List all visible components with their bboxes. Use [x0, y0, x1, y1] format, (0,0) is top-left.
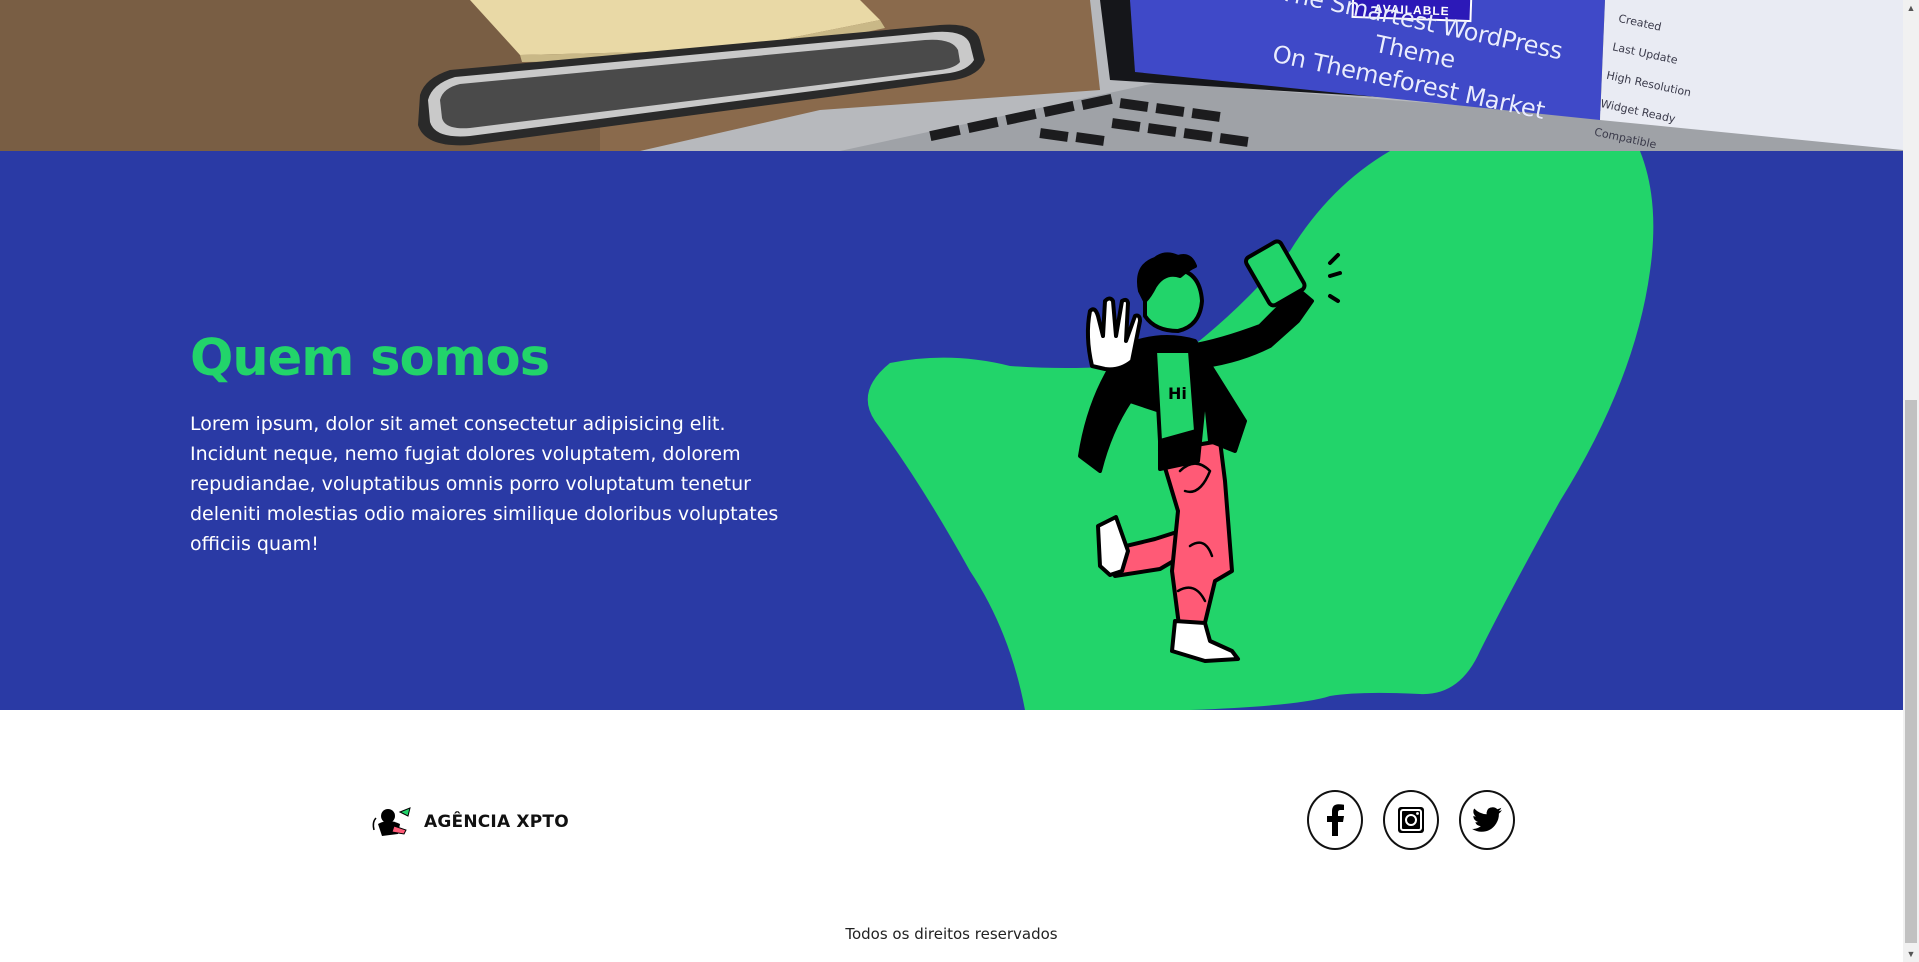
- brand-logo-icon: [372, 807, 411, 836]
- page-viewport: AVAILABLE The Smartest WordPress Theme O…: [0, 0, 1903, 962]
- twitter-icon: [1472, 807, 1502, 832]
- site-footer: AGÊNCIA XPTO Todos os direitos reservado…: [0, 710, 1903, 962]
- instagram-link[interactable]: [1383, 790, 1439, 850]
- scrollbar-thumb[interactable]: [1905, 400, 1917, 943]
- twitter-link[interactable]: [1459, 790, 1515, 850]
- person-selfie-illustration: Hi: [867, 151, 1654, 710]
- scroll-up-arrow-icon[interactable]: ▲: [1903, 0, 1919, 16]
- facebook-icon: [1327, 804, 1344, 836]
- hero-image: AVAILABLE The Smartest WordPress Theme O…: [0, 0, 1903, 151]
- brand-name: AGÊNCIA XPTO: [424, 812, 569, 832]
- page-scrollbar[interactable]: ▲ ▼: [1903, 0, 1919, 962]
- shirt-hi-text: Hi: [1168, 384, 1187, 403]
- scroll-down-arrow-icon[interactable]: ▼: [1903, 946, 1919, 962]
- about-title: Quem somos: [190, 329, 550, 388]
- about-section: Quem somos Lorem ipsum, dolor sit amet c…: [0, 151, 1903, 710]
- about-description: Lorem ipsum, dolor sit amet consectetur …: [190, 413, 779, 555]
- copyright-text: Todos os direitos reservados: [845, 925, 1058, 943]
- instagram-icon: [1398, 807, 1424, 833]
- green-blob-shape: [867, 151, 1654, 710]
- brand[interactable]: AGÊNCIA XPTO: [370, 802, 569, 842]
- facebook-link[interactable]: [1307, 790, 1363, 850]
- social-links: [1307, 790, 1515, 850]
